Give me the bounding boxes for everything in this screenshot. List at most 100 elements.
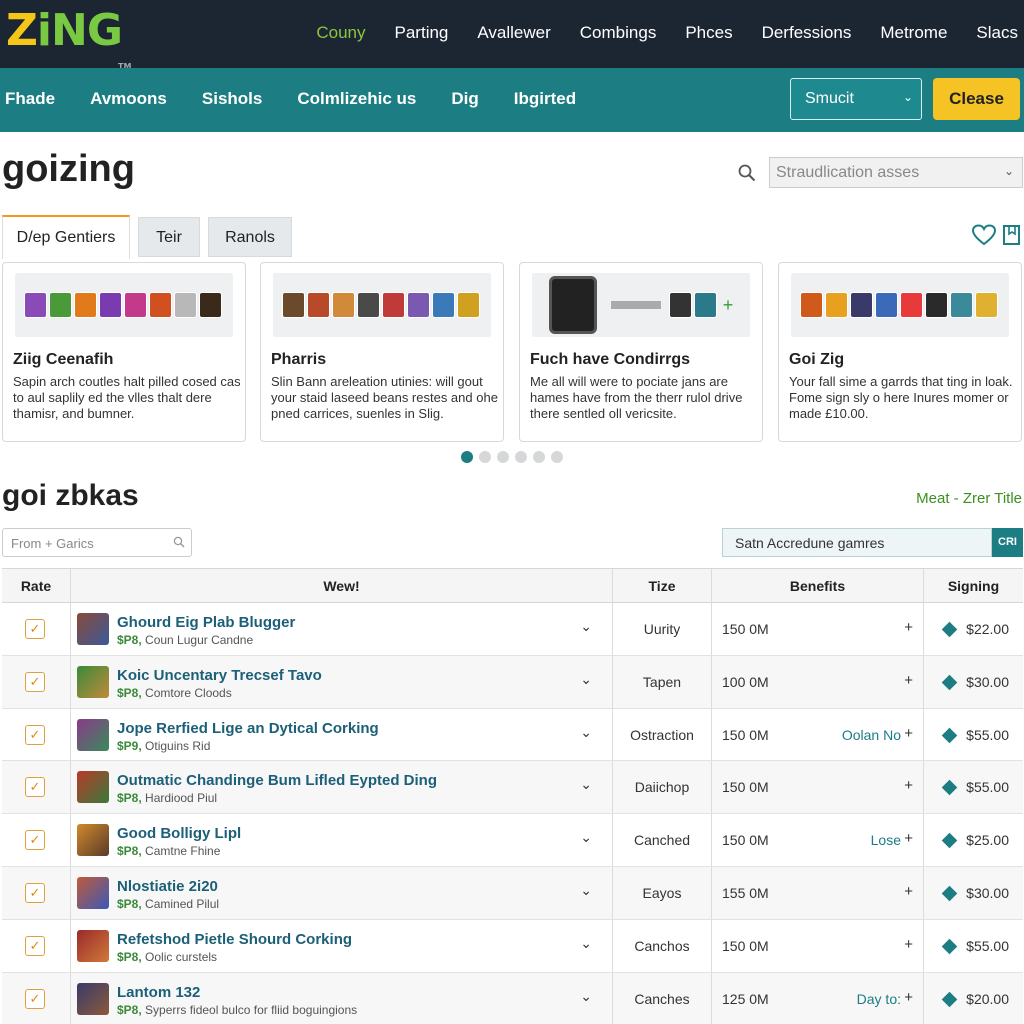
nav-dropdown[interactable]: Smucit ⌄ xyxy=(790,78,922,120)
table-row[interactable]: ✓ Jope Rerfied Lige an Dytical Corking $… xyxy=(2,708,1023,762)
section-title: goi zbkas xyxy=(2,479,139,512)
feature-card[interactable]: Ziig Ceenafih Sapin arch coutles halt pi… xyxy=(2,262,246,442)
column-header-size[interactable]: Tize xyxy=(613,569,712,602)
feature-card[interactable]: + Fuch have Condirrgs Me all will were t… xyxy=(519,262,763,442)
carousel-dot[interactable] xyxy=(497,451,509,463)
table-row[interactable]: ✓ Refetshod Pietle Shourd Corking $P8, O… xyxy=(2,919,1023,973)
card-title: Goi Zig xyxy=(789,351,845,368)
plus-icon[interactable]: + xyxy=(904,672,913,689)
topnav-item-metrome[interactable]: Metrome xyxy=(880,20,947,46)
game-title[interactable]: Good Bolligy Lipl xyxy=(117,825,241,842)
topnav-item-parting[interactable]: Parting xyxy=(395,20,449,46)
topnav-item-phces[interactable]: Phces xyxy=(685,20,732,46)
search-icon[interactable] xyxy=(738,164,756,182)
column-header-new[interactable]: Wew! xyxy=(71,569,613,602)
carousel-dot[interactable] xyxy=(479,451,491,463)
bookmark-icon[interactable] xyxy=(1002,224,1022,246)
games-thumbnail xyxy=(791,273,1009,337)
game-title[interactable]: Koic Uncentary Trecsef Tavo xyxy=(117,667,322,684)
topnav-item-combings[interactable]: Combings xyxy=(580,20,657,46)
chevron-down-icon[interactable]: ⌄ xyxy=(580,882,592,899)
nav-link-ibgirted[interactable]: Ibgirted xyxy=(514,88,576,110)
table-row[interactable]: ✓ Ghourd Eig Plab Blugger $P8, Coun Lugu… xyxy=(2,603,1023,656)
game-title[interactable]: Nlostiatie 2i20 xyxy=(117,878,218,895)
topnav-item-avallewer[interactable]: Avallewer xyxy=(477,20,550,46)
plus-icon[interactable]: + xyxy=(904,725,913,742)
row-checkbox[interactable]: ✓ xyxy=(25,935,45,956)
game-title[interactable]: Lantom 132 xyxy=(117,984,200,1001)
chevron-down-icon[interactable]: ⌄ xyxy=(580,776,592,793)
nav-link-dig[interactable]: Dig xyxy=(451,88,478,110)
game-title[interactable]: Refetshod Pietle Shourd Corking xyxy=(117,931,352,948)
nav-link-avmoons[interactable]: Avmoons xyxy=(90,88,167,110)
game-price: $30.00 xyxy=(966,673,1009,690)
chevron-down-icon[interactable]: ⌄ xyxy=(580,935,592,952)
game-title[interactable]: Jope Rerfied Lige an Dytical Corking xyxy=(117,720,379,737)
tab-ranols[interactable]: Ranols xyxy=(208,217,292,257)
column-header-signing[interactable]: Signing xyxy=(924,569,1023,602)
plus-icon[interactable]: + xyxy=(904,936,913,953)
row-checkbox[interactable]: ✓ xyxy=(25,619,45,639)
phone-transfer-thumbnail: + xyxy=(532,273,750,337)
nav-link-colmlizehic[interactable]: Colmlizehic us xyxy=(297,88,416,110)
plus-icon[interactable]: + xyxy=(904,989,913,1006)
chevron-down-icon[interactable]: ⌄ xyxy=(580,724,592,741)
game-title[interactable]: Ghourd Eig Plab Blugger xyxy=(117,614,295,631)
row-checkbox[interactable]: ✓ xyxy=(25,777,45,798)
carousel-dot[interactable] xyxy=(533,451,545,463)
topnav-item-slacs[interactable]: Slacs xyxy=(976,20,1018,46)
nav-link-sishols[interactable]: Sishols xyxy=(202,88,262,110)
game-size: 150 0M xyxy=(722,832,769,849)
row-checkbox[interactable]: ✓ xyxy=(25,724,45,745)
carousel-dot[interactable] xyxy=(461,451,473,463)
feature-card[interactable]: Goi Zig Your fall sime a garrds that tin… xyxy=(778,262,1022,442)
row-checkbox[interactable]: ✓ xyxy=(25,882,45,903)
nav-link-fhade[interactable]: Fhade xyxy=(5,88,55,110)
game-size: 150 0M xyxy=(722,937,769,954)
heart-icon[interactable] xyxy=(972,224,996,246)
game-title[interactable]: Outmatic Chandinge Bum Lifled Eypted Din… xyxy=(117,772,437,789)
zing-logo[interactable]: ZiNG TM xyxy=(6,6,131,72)
chevron-down-icon[interactable]: ⌄ xyxy=(580,988,592,1005)
diamond-icon xyxy=(941,885,958,902)
chevron-down-icon[interactable]: ⌄ xyxy=(580,829,592,846)
benefit-note[interactable]: Oolan No xyxy=(842,727,901,743)
topnav-item-couny[interactable]: Couny xyxy=(316,20,365,46)
sort-dropdown[interactable]: Satn Accredune gamres xyxy=(722,528,992,557)
column-header-rate[interactable]: Rate xyxy=(2,569,71,602)
table-row[interactable]: ✓ Koic Uncentary Trecsef Tavo $P8, Comto… xyxy=(2,655,1023,709)
meta-link[interactable]: Meat - Zrer Title xyxy=(916,490,1022,507)
search-icon xyxy=(173,536,185,548)
close-button[interactable]: Clease xyxy=(933,78,1020,120)
plus-icon[interactable]: + xyxy=(904,777,913,794)
carousel-dot[interactable] xyxy=(515,451,527,463)
chevron-down-icon[interactable]: ⌄ xyxy=(580,618,592,635)
search-dropdown[interactable]: Straudlication asses ⌄ xyxy=(769,157,1023,188)
row-checkbox[interactable]: ✓ xyxy=(25,671,45,692)
card-title: Pharris xyxy=(271,351,327,368)
feature-card[interactable]: Pharris Slin Bann areleation utinies: wi… xyxy=(260,262,504,442)
benefit-note[interactable]: Lose xyxy=(871,832,901,848)
row-checkbox[interactable]: ✓ xyxy=(25,830,45,851)
benefit-note[interactable]: Day to: xyxy=(857,991,901,1007)
top-bar: ZiNG TM Couny Parting Avallewer Combings… xyxy=(0,0,1024,72)
carousel-dot[interactable] xyxy=(551,451,563,463)
chevron-down-icon[interactable]: ⌄ xyxy=(580,671,592,688)
game-size: 155 0M xyxy=(722,884,769,901)
plus-icon[interactable]: + xyxy=(904,619,913,636)
plus-icon[interactable]: + xyxy=(904,883,913,900)
row-checkbox[interactable]: ✓ xyxy=(25,988,45,1009)
card-description: Slin Bann areleation utinies: will gout … xyxy=(271,374,498,421)
plus-icon[interactable]: + xyxy=(904,830,913,847)
table-row[interactable]: ✓ Good Bolligy Lipl $P8, Camtne Fhine ⌄ … xyxy=(2,814,1023,867)
filter-input[interactable]: From + Garics xyxy=(2,528,192,557)
table-row[interactable]: ✓ Lantom 132 $P8, Syperrs fideol bulco f… xyxy=(2,972,1023,1024)
tab-dep-gentiers[interactable]: D/ep Gentiers xyxy=(2,215,130,259)
column-header-benefits[interactable]: Benefits xyxy=(712,569,924,602)
topnav-item-derfessions[interactable]: Derfessions xyxy=(762,20,852,46)
sort-button[interactable]: CRI xyxy=(992,528,1023,557)
game-type: Canchos xyxy=(613,919,712,972)
table-row[interactable]: ✓ Outmatic Chandinge Bum Lifled Eypted D… xyxy=(2,761,1023,815)
tab-teir[interactable]: Teir xyxy=(138,217,200,257)
table-row[interactable]: ✓ Nlostiatie 2i20 $P8, Camined Pilul ⌄ E… xyxy=(2,866,1023,920)
